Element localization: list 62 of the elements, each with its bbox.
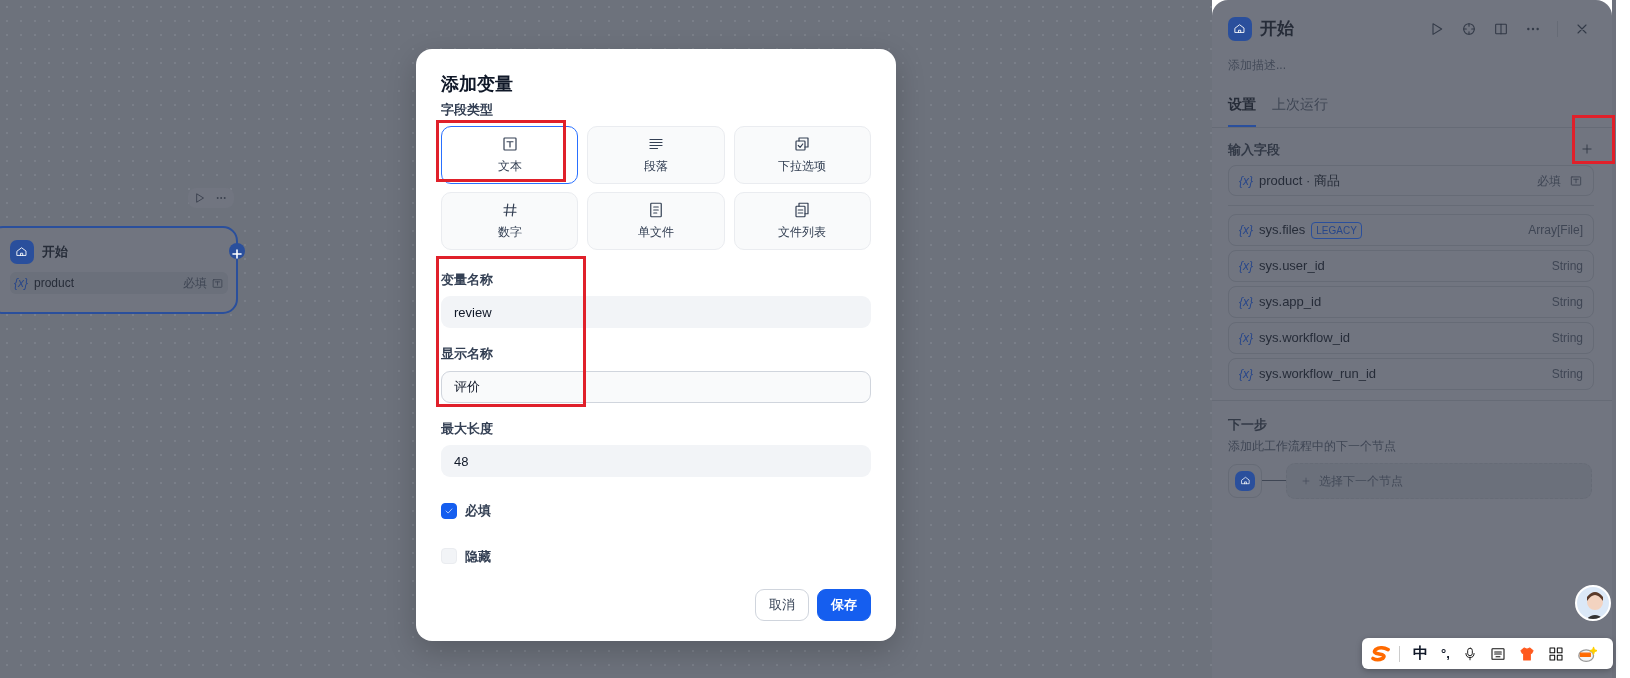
punctuation-toggle[interactable]: °, (1441, 643, 1450, 664)
mascot-icon[interactable] (1576, 644, 1597, 663)
panel-title: 开始 (1260, 18, 1295, 40)
home-icon (1235, 470, 1255, 491)
ime-logo-icon[interactable] (1370, 645, 1392, 662)
cancel-button[interactable]: 取消 (755, 589, 809, 621)
field-type-option[interactable]: 单文件 (587, 191, 725, 250)
add-icon[interactable] (1580, 142, 1594, 157)
dialog-title: 添加变量 (441, 73, 514, 96)
text-input[interactable]: review (441, 296, 871, 328)
keyboard-icon[interactable] (1489, 645, 1506, 662)
highlight-box (1572, 115, 1615, 164)
checkbox-copy-icon (793, 134, 812, 153)
documents-icon (793, 200, 812, 219)
field-label: 变量名称 (441, 270, 494, 289)
section-title: 输入字段 (1228, 140, 1280, 159)
add-handle[interactable] (229, 243, 245, 259)
variable-name: sys.user_id (1259, 257, 1325, 276)
text-input[interactable]: 48 (441, 445, 871, 477)
field-label: 最大长度 (441, 419, 494, 438)
field-name: product (34, 275, 76, 292)
text-type-icon (500, 134, 519, 153)
run-icon[interactable] (1429, 20, 1445, 37)
home-icon (1228, 16, 1252, 41)
field-type-option[interactable]: 文本 (441, 125, 579, 184)
variable-name: sys.workflow_run_id (1259, 365, 1377, 384)
variable-name: sys.workflow_id (1259, 329, 1351, 348)
checkbox-label: 隐藏 (465, 547, 491, 566)
text-field-icon (211, 276, 224, 290)
checkbox[interactable] (441, 502, 457, 519)
variable-icon: {x} (14, 274, 28, 292)
variable-icon: {x} (1239, 257, 1253, 275)
text-input[interactable]: 评价 (441, 370, 871, 403)
variable-name: sys.app_id (1259, 293, 1322, 312)
variable-icon: {x} (1239, 365, 1253, 383)
home-icon (10, 240, 34, 264)
variable-icon: {x} (1239, 293, 1253, 311)
field-type-option[interactable]: 文件列表 (733, 191, 871, 250)
field-label: product · 商品 (1259, 171, 1341, 190)
crosshair-icon[interactable] (1461, 20, 1477, 37)
variable-icon: {x} (1239, 221, 1253, 239)
field-type-option[interactable]: 段落 (587, 125, 725, 184)
variable-icon: {x} (1239, 329, 1253, 347)
field-type-option[interactable]: 下拉选项 (733, 125, 871, 184)
field-label: 显示名称 (441, 345, 494, 363)
node-title: 开始 (42, 243, 68, 262)
field-label: 字段类型 (441, 101, 494, 119)
hash-icon (500, 200, 519, 219)
field-type-option[interactable]: 数字 (441, 191, 579, 250)
run-icon[interactable] (194, 192, 206, 204)
checkbox-label: 必填 (465, 502, 491, 520)
shirt-icon[interactable] (1518, 645, 1535, 662)
checkmark-icon (444, 505, 454, 516)
input-mode-toggle[interactable]: 中 (1413, 642, 1428, 665)
text-field-icon (1569, 173, 1583, 188)
document-icon (647, 200, 665, 219)
variable-name: sys.files (1259, 221, 1306, 240)
microphone-icon[interactable] (1462, 645, 1477, 662)
save-button[interactable]: 保存 (817, 589, 871, 621)
variable-icon: {x} (1239, 171, 1253, 190)
legacy-tag: LEGACY (1311, 221, 1362, 239)
grid-icon[interactable] (1547, 645, 1564, 662)
